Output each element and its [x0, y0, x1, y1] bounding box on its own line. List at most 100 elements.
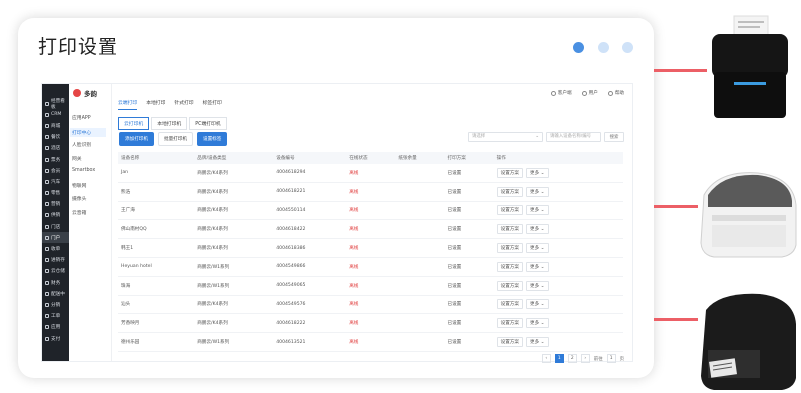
prev-page-button[interactable]: ‹ — [541, 354, 551, 363]
search-input[interactable]: 请输入设备名称/编号 — [546, 132, 601, 142]
nav-item-icon — [45, 101, 49, 106]
nav-item-label: 票务 — [51, 157, 61, 163]
nav-item[interactable]: 财务 — [42, 277, 69, 288]
paper-level — [395, 164, 445, 183]
tab-print-type[interactable]: 云端打印 — [118, 99, 138, 110]
set-plan-button[interactable]: 设置方案 — [496, 280, 523, 291]
nav-item-icon — [45, 280, 49, 285]
device-name: Heyuan hotel — [118, 257, 195, 277]
tab-print-type[interactable]: 标签打印 — [203, 99, 222, 110]
page-number[interactable]: 2 — [567, 354, 577, 363]
nav-item[interactable]: 云仓储 — [42, 266, 69, 277]
table-row: Heyuan hotel 商鹏云/W1系列 4004549866 离线 已设置 设置方案更… — [118, 257, 623, 277]
more-dropdown[interactable]: 更多 ⌄ — [526, 299, 549, 310]
more-dropdown[interactable]: 更多 ⌄ — [526, 318, 549, 329]
nav-item-label: 供销 — [51, 213, 61, 219]
nav-item[interactable]: 应用 — [42, 322, 69, 333]
tab-printer-type[interactable]: 云打印机 — [118, 117, 150, 130]
tab-printer-type[interactable]: 本地打印机 — [151, 117, 188, 130]
set-plan-button[interactable]: 设置方案 — [496, 224, 523, 235]
nav-item[interactable]: 酒店 — [42, 143, 69, 154]
sub-nav-item[interactable]: 网关 — [72, 155, 82, 162]
nav-item[interactable]: 收单 — [42, 243, 69, 254]
header-action[interactable]: 帮助 — [607, 90, 624, 96]
nav-item[interactable]: 营销 — [42, 199, 69, 210]
nav-item[interactable]: 餐饮 — [42, 132, 69, 143]
device-id: 4004618422 — [273, 219, 347, 240]
set-plan-button[interactable]: 设置方案 — [496, 337, 523, 348]
nav-item[interactable]: 经营看板 — [42, 98, 69, 110]
sub-nav-item[interactable]: Smartbox — [72, 168, 95, 173]
nav-item[interactable]: 商城 — [42, 120, 69, 131]
nav-item[interactable]: 门店 — [42, 221, 69, 232]
settings-label-button[interactable]: 设置标签 — [196, 132, 228, 146]
device-brand: 商鹏云/W1系列 — [194, 257, 274, 277]
nav-item-icon — [45, 135, 49, 140]
nav-item-label: 分销 — [51, 302, 61, 308]
more-dropdown[interactable]: 更多 ⌄ — [526, 261, 549, 272]
chevron-down-icon: ⌄ — [539, 208, 545, 214]
print-plan: 已设置 — [444, 182, 494, 202]
set-plan-button[interactable]: 设置方案 — [496, 299, 523, 310]
sub-nav-item[interactable]: 摄像头 — [72, 195, 86, 202]
nav-item[interactable]: CRM — [42, 109, 69, 120]
app-window: 经营看板 CRM 商城餐饮酒店票务会员 汽车 零售 营销供销门店 门户收单进销存 云仓储 财务配… — [41, 83, 633, 363]
nav-item[interactable]: 供销 — [42, 210, 69, 221]
sub-nav-item[interactable]: 云音箱 — [72, 209, 86, 216]
bulk-printer-button[interactable]: 批量打印机 — [157, 132, 193, 146]
search-button[interactable]: 搜索 — [604, 132, 624, 142]
set-plan-button[interactable]: 设置方案 — [496, 186, 523, 197]
online-status: 离线 — [346, 164, 396, 183]
device-name: 王广海 — [118, 201, 195, 221]
more-dropdown[interactable]: 更多 ⌄ — [526, 243, 549, 254]
more-dropdown[interactable]: 更多 ⌄ — [526, 224, 549, 235]
carousel-dot-3[interactable] — [622, 42, 633, 53]
nav-item[interactable]: 汽车 — [42, 176, 69, 187]
nav-item-label: 餐饮 — [51, 135, 61, 141]
carousel-dot-1[interactable] — [573, 42, 584, 53]
add-printer-button[interactable]: 添加打印机 — [119, 132, 154, 146]
sub-nav-item[interactable]: 打印中心 — [70, 127, 106, 137]
more-dropdown[interactable]: 更多 ⌄ — [526, 186, 549, 197]
header-action[interactable]: 客户端 — [550, 90, 572, 96]
nav-item-label: 收单 — [51, 247, 61, 253]
nav-item[interactable]: 零售 — [42, 188, 69, 199]
nav-item[interactable]: 分销 — [42, 299, 69, 310]
header-action-label: 用户 — [588, 91, 598, 96]
page-number[interactable]: 1 — [554, 354, 564, 363]
set-plan-button[interactable]: 设置方案 — [496, 318, 523, 329]
device-brand: 商鹏云/K4系列 — [194, 182, 274, 202]
tab-print-type[interactable]: 本地打印 — [146, 99, 165, 110]
sub-nav-item[interactable]: 应用APP — [72, 114, 91, 121]
tab-printer-type[interactable]: PC端打印机 — [189, 117, 227, 130]
chevron-down-icon: ⌄ — [539, 321, 545, 327]
nav-item[interactable]: 进销存 — [42, 255, 69, 266]
nav-item[interactable]: 支付 — [42, 333, 69, 344]
set-plan-button[interactable]: 设置方案 — [496, 205, 523, 216]
more-dropdown[interactable]: 更多 ⌄ — [526, 167, 549, 178]
sub-nav-item[interactable]: 物联网 — [72, 182, 86, 189]
nav-item[interactable]: 门户 — [42, 232, 69, 244]
column-header: 打印方案 — [444, 152, 494, 164]
carousel-dot-2[interactable] — [598, 42, 609, 53]
tab-print-type[interactable]: 针式打印 — [174, 99, 193, 110]
brand-select[interactable]: 请选择 ⌄ — [468, 132, 543, 142]
nav-item[interactable]: 票务 — [42, 154, 69, 165]
nav-item[interactable]: 会员 — [42, 165, 69, 176]
nav-item[interactable]: 工单 — [42, 311, 69, 322]
goto-page-input[interactable]: 1 — [606, 354, 616, 363]
more-dropdown[interactable]: 更多 ⌄ — [526, 337, 549, 348]
table-row: 王广海 商鹏云/K4系列 4004550114 离线 已设置 设置方案 更多 ⌄ — [118, 201, 623, 221]
column-header: 操作 — [493, 152, 623, 164]
sub-nav-item[interactable]: 人脸识别 — [72, 141, 91, 148]
set-plan-button[interactable]: 设置方案 — [496, 167, 523, 178]
more-dropdown[interactable]: 更多 ⌄ — [526, 205, 549, 216]
brand-name: 多韵 — [84, 90, 97, 98]
set-plan-button[interactable]: 设置方案 — [496, 243, 523, 254]
next-page-button[interactable]: › — [580, 354, 590, 363]
set-plan-button[interactable]: 设置方案 — [496, 261, 523, 272]
device-name: 德州乐园 — [118, 332, 195, 352]
header-action[interactable]: 用户 — [581, 90, 598, 96]
more-dropdown[interactable]: 更多 ⌄ — [526, 280, 549, 291]
nav-item[interactable]: 配送中 — [42, 288, 69, 299]
